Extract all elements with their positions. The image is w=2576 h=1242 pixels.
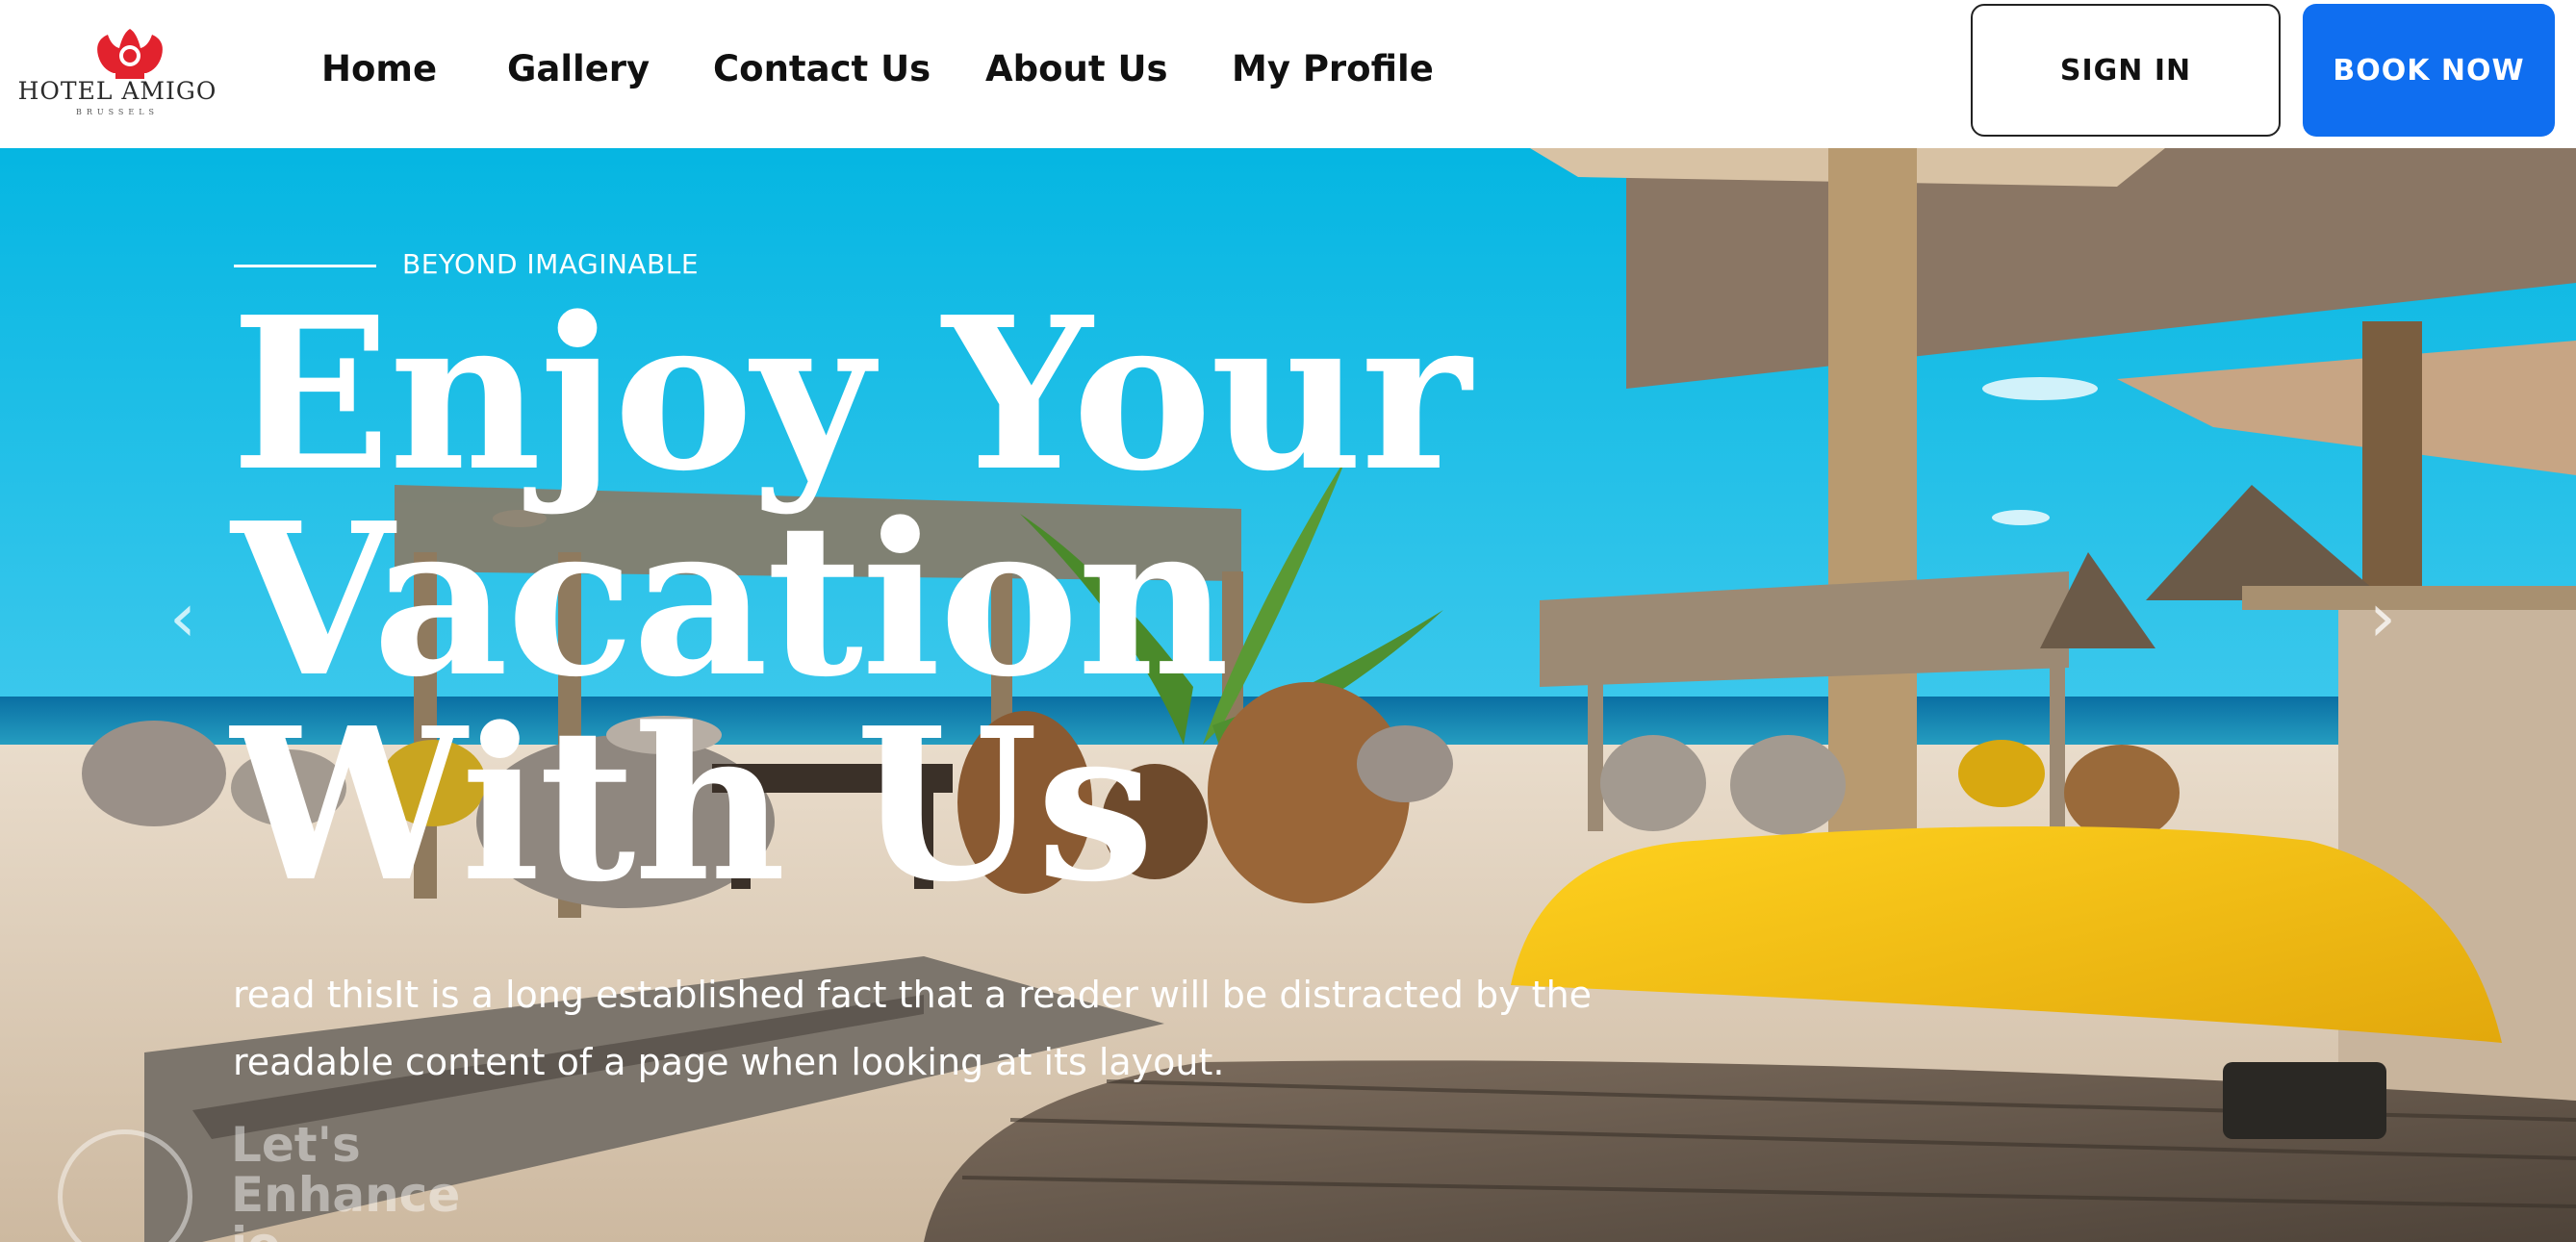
nav-my-profile[interactable]: My Profile xyxy=(1232,48,1434,89)
hero-description: read thisIt is a long established fact t… xyxy=(233,974,1593,1083)
book-now-button[interactable]: BOOK NOW xyxy=(2303,4,2555,137)
chevron-left-icon[interactable]: ‹ xyxy=(154,579,212,656)
enhance-watermark: Let's Enhance io xyxy=(58,1120,462,1242)
hero-headline-line: Enjoy Your xyxy=(231,271,1471,518)
nav-about-us[interactable]: About Us xyxy=(985,48,1168,89)
hero-banner: BEYOND IMAGINABLE Enjoy Your Vacation Wi… xyxy=(0,148,2576,1242)
nav-contact-us[interactable]: Contact Us xyxy=(713,48,931,89)
lion-crest-icon xyxy=(97,29,163,79)
logo-name: HOTEL AMIGO xyxy=(17,77,217,105)
hero-headline: Enjoy Your Vacation With Us xyxy=(231,271,1674,929)
logo-subtitle: BRUSSELS xyxy=(75,108,160,116)
hotel-logo[interactable]: HOTEL AMIGO BRUSSELS xyxy=(17,27,217,116)
watermark-logo-icon xyxy=(58,1129,192,1242)
nav-gallery[interactable]: Gallery xyxy=(507,48,650,89)
hero-headline-line: With Us xyxy=(231,682,1155,929)
nav-home[interactable]: Home xyxy=(321,48,437,89)
site-header: HOTEL AMIGO BRUSSELS Home Gallery Contac… xyxy=(0,0,2576,148)
eyebrow-divider xyxy=(234,265,376,267)
sign-in-button[interactable]: SIGN IN xyxy=(1971,4,2281,137)
chevron-right-icon[interactable]: › xyxy=(2354,579,2411,656)
watermark-text: Let's Enhance io xyxy=(231,1117,461,1242)
hero-headline-line: Vacation xyxy=(231,476,1230,723)
